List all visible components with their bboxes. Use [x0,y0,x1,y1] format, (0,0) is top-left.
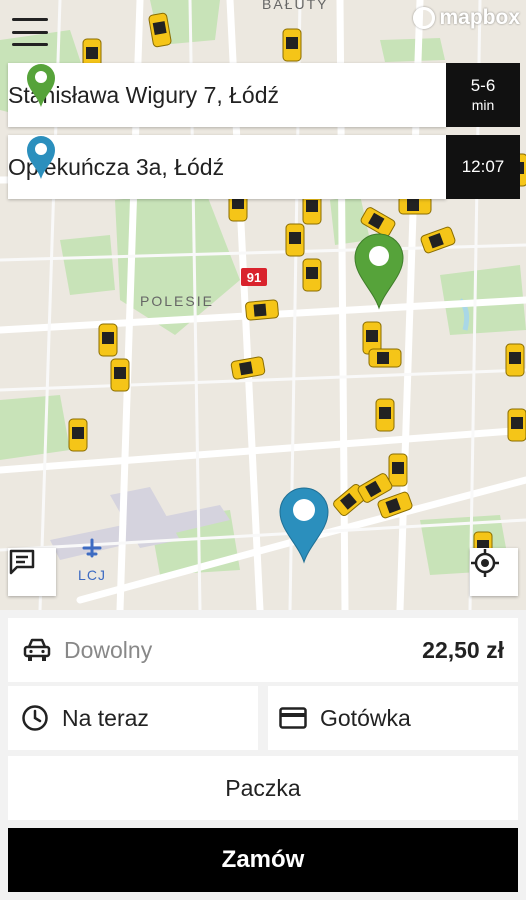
map-view[interactable]: POLESIE BAŁUTY 91 LCJ mapbox Stanisława … [0,0,526,610]
road-number-badge: 91 [241,268,267,286]
destination-address-field[interactable]: Opiekuńcza 3a, Łódź [8,135,446,199]
airport-label: LCJ [78,567,106,583]
chat-button[interactable] [8,548,56,596]
price-label: 22,50 zł [422,636,504,663]
mapbox-text: mapbox [439,6,520,29]
locate-button[interactable] [470,548,518,596]
payment-row[interactable]: Gotówka [268,686,518,750]
payment-label: Gotówka [320,704,411,731]
credit-card-icon [278,703,308,733]
locate-icon [471,549,499,577]
when-row[interactable]: Na teraz [8,686,258,750]
order-button[interactable]: Zamów [8,828,518,892]
clock-icon [20,703,50,733]
destination-pin-icon [27,136,55,179]
pickup-eta-value: 5-6 [470,76,496,95]
when-label: Na teraz [62,704,149,731]
green-pin-icon[interactable] [354,233,404,310]
destination-time-value: 12:07 [461,157,505,176]
car-type-label: Dowolny [64,636,153,663]
pickup-address-field[interactable]: Stanisława Wigury 7, Łódź [8,63,446,127]
extra-option-label: Paczka [225,774,301,801]
car-type-row[interactable]: Dowolny 22,50 zł [8,618,518,682]
mapbox-logo-icon [413,7,436,29]
blue-pin-icon[interactable] [279,487,329,564]
hamburger-menu-icon[interactable] [10,14,50,50]
destination-time-box: 12:07 [446,135,520,199]
district-label-baluty: BAŁUTY [262,0,328,12]
pickup-eta-unit: min [471,97,495,113]
pickup-eta-box: 5-6 min [446,63,520,127]
pickup-pin-icon [27,64,55,107]
taxi-icon [22,635,52,665]
extra-option-row[interactable]: Paczka [8,756,518,820]
chat-icon [9,549,35,575]
district-label-polesie: POLESIE [140,293,214,309]
road-number-text: 91 [247,270,261,285]
mapbox-attribution: mapbox [413,6,520,30]
